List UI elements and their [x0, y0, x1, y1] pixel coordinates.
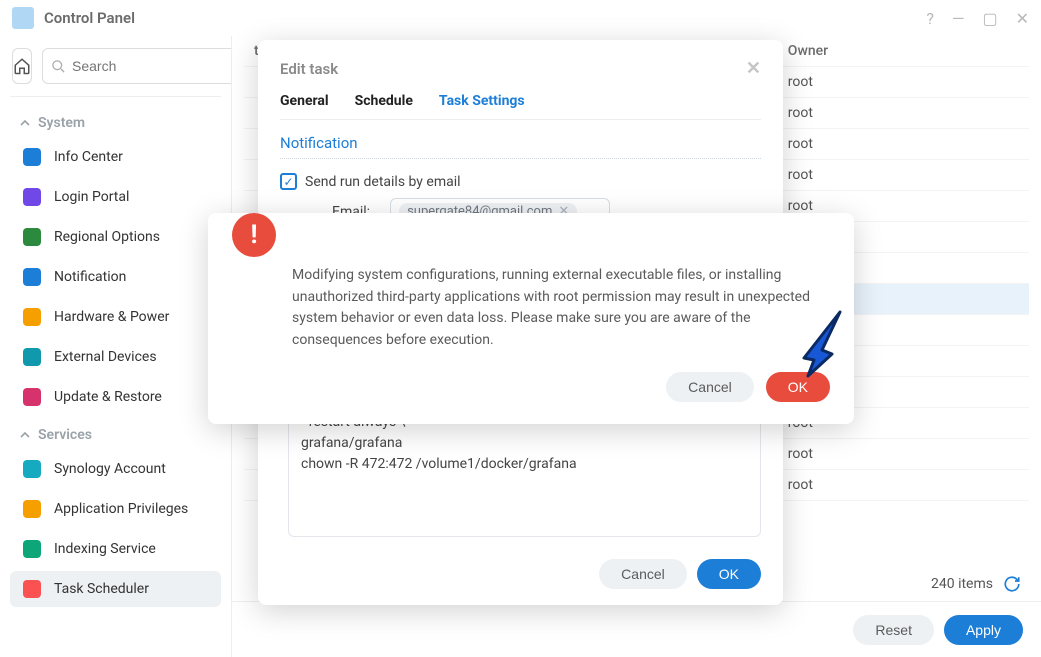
bulb-icon: [23, 308, 41, 326]
sidebar-item-label: Notification: [54, 269, 126, 285]
maximize-icon[interactable]: ▢: [982, 9, 997, 28]
sidebar-item-label: Hardware & Power: [54, 309, 169, 325]
help-icon[interactable]: ?: [926, 9, 934, 28]
cell-owner: root: [778, 129, 1029, 160]
window-title: Control Panel: [44, 9, 926, 27]
home-button[interactable]: [12, 48, 32, 84]
sidebar-item-synology-account[interactable]: Synology Account: [10, 451, 221, 487]
tab-schedule[interactable]: Schedule: [355, 93, 413, 109]
cell-owner: root: [778, 67, 1029, 98]
confirm-modal: ! Modifying system configurations, runni…: [208, 213, 854, 424]
send-email-checkbox[interactable]: ✓: [280, 173, 297, 190]
edit-cancel-button[interactable]: Cancel: [599, 559, 687, 589]
sidebar-item-task-scheduler[interactable]: Task Scheduler: [10, 571, 221, 607]
main-footer: Reset Apply: [232, 601, 1041, 657]
cell-owner: root: [778, 439, 1029, 470]
reset-button[interactable]: Reset: [853, 615, 934, 645]
sidebar-item-regional[interactable]: Regional Options: [10, 219, 221, 255]
index-icon: [23, 540, 41, 558]
home-icon: [13, 57, 31, 75]
search-icon: [51, 59, 66, 74]
device-icon: [23, 348, 41, 366]
account-icon: [23, 460, 41, 478]
sidebar-item-notification[interactable]: Notification: [10, 259, 221, 295]
send-email-label: Send run details by email: [305, 174, 461, 190]
sidebar-item-hardware[interactable]: Hardware & Power: [10, 299, 221, 335]
sidebar-item-update[interactable]: Update & Restore: [10, 379, 221, 415]
confirm-ok-button[interactable]: OK: [766, 372, 830, 402]
refresh-icon: [23, 388, 41, 406]
script-line: grafana/grafana: [301, 433, 748, 454]
reload-icon[interactable]: [1003, 575, 1021, 593]
sidebar-item-app-privileges[interactable]: Application Privileges: [10, 491, 221, 527]
col-owner[interactable]: Owner: [778, 36, 1029, 67]
sidebar: System Info Center Login Portal Regional…: [0, 36, 232, 657]
sidebar-item-label: Info Center: [54, 149, 123, 165]
sidebar-item-label: Login Portal: [54, 189, 129, 205]
sidebar-item-label: Regional Options: [54, 229, 160, 245]
chevron-up-icon: [20, 430, 30, 440]
app-icon: [12, 7, 34, 29]
lock-icon: [23, 500, 41, 518]
sidebar-item-label: Indexing Service: [54, 541, 156, 557]
close-icon[interactable]: ✕: [746, 58, 761, 79]
calendar-icon: [23, 580, 41, 598]
item-count: 240 items: [931, 576, 993, 592]
sidebar-item-label: Application Privileges: [54, 501, 188, 517]
script-line: chown -R 472:472 /volume1/docker/grafana: [301, 454, 748, 475]
apply-button[interactable]: Apply: [944, 615, 1023, 645]
portal-icon: [23, 188, 41, 206]
navgroup-services[interactable]: Services: [10, 419, 221, 447]
globe-icon: [23, 228, 41, 246]
tab-general[interactable]: General: [280, 93, 329, 109]
section-notification: Notification: [280, 120, 761, 159]
titlebar: Control Panel ? ― ▢ ✕: [0, 0, 1041, 36]
search-box[interactable]: [42, 48, 232, 84]
navgroup-label: System: [38, 115, 85, 131]
navgroup-system[interactable]: System: [10, 107, 221, 135]
chat-icon: [23, 268, 41, 286]
sidebar-item-label: Update & Restore: [54, 389, 162, 405]
cell-owner: root: [778, 470, 1029, 501]
sidebar-item-label: External Devices: [54, 349, 157, 365]
cell-owner: root: [778, 160, 1029, 191]
sidebar-item-external[interactable]: External Devices: [10, 339, 221, 375]
cell-owner: root: [778, 98, 1029, 129]
confirm-cancel-button[interactable]: Cancel: [666, 372, 754, 402]
sidebar-item-label: Task Scheduler: [54, 581, 149, 597]
warning-icon: !: [232, 213, 276, 257]
sidebar-item-indexing[interactable]: Indexing Service: [10, 531, 221, 567]
close-window-icon[interactable]: ✕: [1016, 9, 1029, 28]
modal-title: Edit task: [280, 60, 338, 78]
sidebar-item-label: Synology Account: [54, 461, 166, 477]
tabs: General Schedule Task Settings: [280, 91, 761, 120]
edit-ok-button[interactable]: OK: [697, 559, 761, 589]
info-icon: [23, 148, 41, 166]
chevron-up-icon: [20, 118, 30, 128]
tab-task-settings[interactable]: Task Settings: [439, 93, 525, 109]
confirm-message: Modifying system configurations, running…: [292, 231, 830, 352]
navgroup-label: Services: [38, 427, 92, 443]
sidebar-item-info-center[interactable]: Info Center: [10, 139, 221, 175]
search-input[interactable]: [72, 58, 232, 74]
minimize-icon[interactable]: ―: [952, 9, 965, 28]
sidebar-item-login-portal[interactable]: Login Portal: [10, 179, 221, 215]
